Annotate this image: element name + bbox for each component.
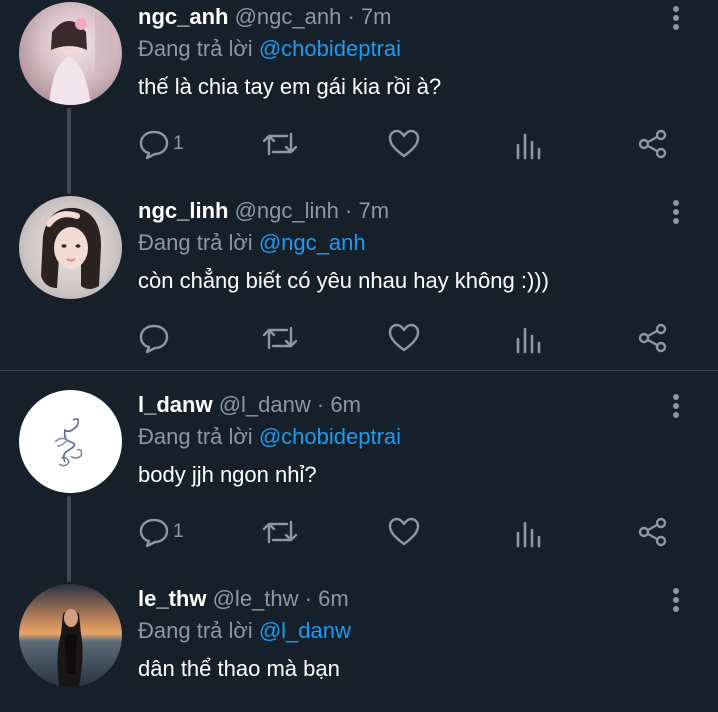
display-name[interactable]: ngc_anh bbox=[138, 4, 228, 29]
reply-count: 1 bbox=[173, 521, 184, 542]
heart-icon bbox=[388, 129, 420, 158]
reply-context: Đang trả lời @chobideptrai bbox=[138, 36, 401, 62]
share-button[interactable] bbox=[637, 320, 669, 356]
tweet-actions bbox=[0, 320, 718, 360]
tweet-actions: 1 bbox=[0, 126, 718, 166]
reply-prefix: Đang trả lời bbox=[138, 230, 253, 255]
reply-button[interactable]: 1 bbox=[138, 126, 184, 162]
tweet-text: còn chẳng biết có yêu nhau hay không :))… bbox=[138, 268, 549, 293]
reply-icon bbox=[139, 324, 169, 354]
display-name[interactable]: le_thw bbox=[138, 586, 206, 611]
reply-count: 1 bbox=[173, 133, 184, 154]
view-stats-button[interactable] bbox=[514, 320, 544, 356]
tweet-text: thế là chia tay em gái kia rồi à? bbox=[138, 74, 442, 99]
timestamp[interactable]: 7m bbox=[361, 4, 392, 29]
reply-prefix: Đang trả lời bbox=[138, 424, 253, 449]
reply-button[interactable]: 1 bbox=[138, 514, 184, 550]
more-options-icon[interactable] bbox=[664, 198, 688, 226]
heart-icon bbox=[388, 517, 420, 546]
retweet-icon bbox=[262, 520, 298, 544]
avatar[interactable] bbox=[19, 584, 122, 687]
avatar[interactable] bbox=[19, 390, 122, 493]
reply-mention[interactable]: @l_danw bbox=[259, 618, 351, 643]
more-options-icon[interactable] bbox=[664, 4, 688, 32]
reply-icon bbox=[139, 518, 169, 548]
more-options-icon[interactable] bbox=[664, 392, 688, 420]
divider bbox=[0, 370, 718, 371]
tweet-actions: 1 bbox=[0, 514, 718, 554]
user-handle[interactable]: @l_danw bbox=[219, 392, 311, 417]
share-icon bbox=[638, 129, 667, 159]
reply-context: Đang trả lời @l_danw bbox=[138, 618, 351, 644]
avatar-photo-icon bbox=[41, 207, 101, 289]
avatar[interactable] bbox=[19, 2, 122, 105]
share-icon bbox=[638, 517, 667, 547]
reply-prefix: Đang trả lời bbox=[138, 36, 253, 61]
avatar-photo-icon bbox=[57, 609, 83, 687]
tweet-text: dân thể thao mà bạn bbox=[138, 656, 340, 681]
retweet-icon bbox=[262, 132, 298, 156]
heart-icon bbox=[388, 323, 420, 352]
like-button[interactable] bbox=[388, 514, 420, 550]
avatar-photo-icon bbox=[49, 12, 113, 105]
like-button[interactable] bbox=[388, 320, 420, 356]
tweet-text: body jjh ngon nhỉ? bbox=[138, 462, 317, 487]
stats-icon bbox=[516, 327, 541, 354]
reply-mention[interactable]: @ngc_anh bbox=[259, 230, 366, 255]
display-name[interactable]: l_danw bbox=[138, 392, 213, 417]
share-button[interactable] bbox=[637, 514, 669, 550]
separator: · bbox=[347, 4, 355, 29]
reply-mention[interactable]: @chobideptrai bbox=[259, 424, 401, 449]
timestamp[interactable]: 7m bbox=[358, 198, 389, 223]
reply-icon bbox=[139, 130, 169, 160]
avatar-sketch-icon bbox=[54, 418, 83, 467]
reply-prefix: Đang trả lời bbox=[138, 618, 253, 643]
more-options-icon[interactable] bbox=[664, 586, 688, 614]
reply-context: Đang trả lời @ngc_anh bbox=[138, 230, 366, 256]
display-name[interactable]: ngc_linh bbox=[138, 198, 228, 223]
user-handle[interactable]: @le_thw bbox=[213, 586, 299, 611]
user-handle[interactable]: @ngc_linh bbox=[235, 198, 339, 223]
separator: · bbox=[304, 586, 312, 611]
avatar[interactable] bbox=[19, 196, 122, 299]
reply-context: Đang trả lời @chobideptrai bbox=[138, 424, 401, 450]
tweet-header: l_danw @l_danw · 6m bbox=[138, 392, 361, 418]
view-stats-button[interactable] bbox=[514, 126, 544, 162]
timestamp[interactable]: 6m bbox=[330, 392, 361, 417]
user-handle[interactable]: @ngc_anh bbox=[235, 4, 342, 29]
share-button[interactable] bbox=[637, 126, 669, 162]
tweet-header: ngc_linh @ngc_linh · 7m bbox=[138, 198, 389, 224]
tweet[interactable]: l_danw @l_danw · 6m Đang trả lời @chobid… bbox=[0, 388, 718, 582]
separator: · bbox=[316, 392, 325, 417]
reply-button[interactable] bbox=[138, 320, 170, 356]
retweet-button[interactable] bbox=[262, 514, 298, 550]
tweet[interactable]: le_thw @le_thw · 6m Đang trả lời @l_danw… bbox=[0, 582, 718, 712]
separator: · bbox=[345, 198, 353, 223]
stats-icon bbox=[516, 133, 541, 160]
tweet-header: le_thw @le_thw · 6m bbox=[138, 586, 349, 612]
tweet[interactable]: ngc_linh @ngc_linh · 7m Đang trả lời @ng… bbox=[0, 194, 718, 370]
retweet-icon bbox=[262, 326, 298, 350]
timestamp[interactable]: 6m bbox=[318, 586, 349, 611]
share-icon bbox=[638, 323, 667, 353]
like-button[interactable] bbox=[388, 126, 420, 162]
view-stats-button[interactable] bbox=[514, 514, 544, 550]
tweet-header: ngc_anh @ngc_anh · 7m bbox=[138, 4, 391, 30]
retweet-button[interactable] bbox=[262, 126, 298, 162]
reply-mention[interactable]: @chobideptrai bbox=[259, 36, 401, 61]
stats-icon bbox=[516, 521, 541, 548]
tweet[interactable]: ngc_anh @ngc_anh · 7m Đang trả lời @chob… bbox=[0, 0, 718, 194]
retweet-button[interactable] bbox=[262, 320, 298, 356]
